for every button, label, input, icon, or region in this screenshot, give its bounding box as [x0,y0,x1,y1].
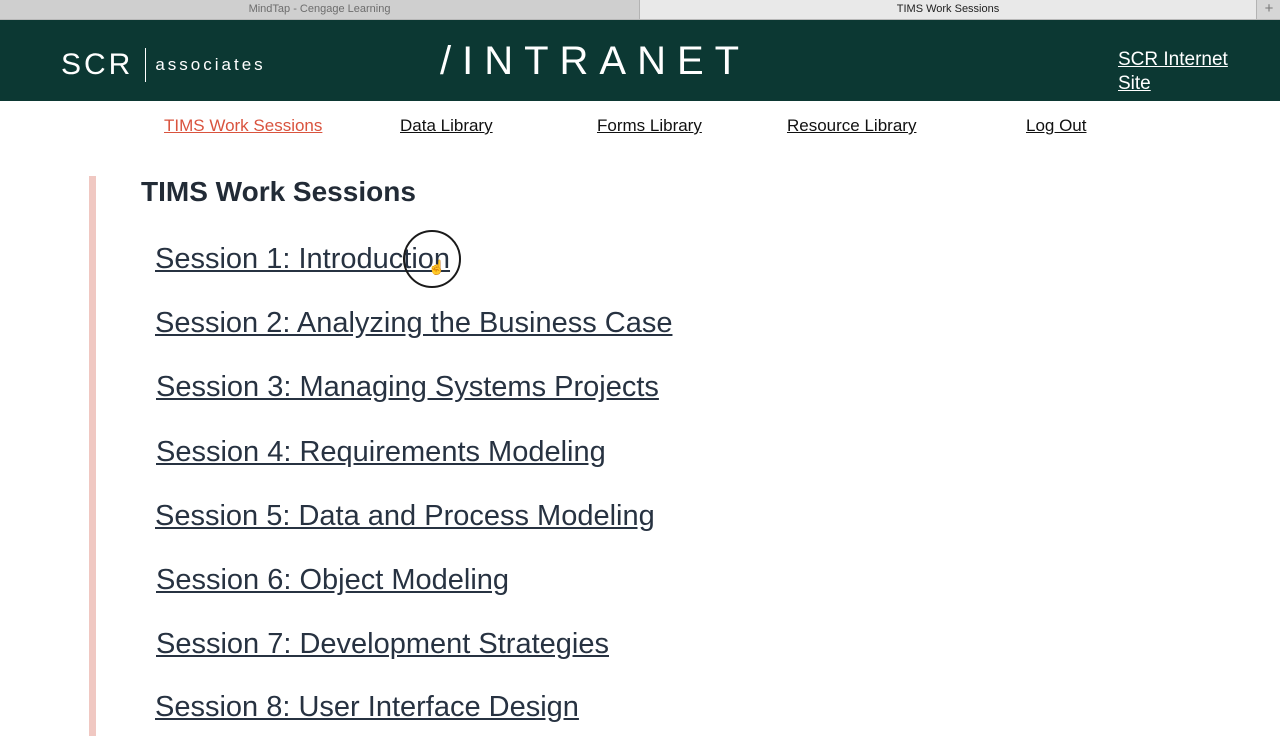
nav-log-out[interactable]: Log Out [1026,116,1087,136]
new-tab-plus-icon[interactable]: + [1256,0,1280,19]
browser-tab-mindtap[interactable]: MindTap - Cengage Learning [0,0,640,19]
session-link-3[interactable]: Session 3: Managing Systems Projects [156,371,659,404]
logo-scr-text: SCR [61,48,134,81]
scr-associates-logo: SCR associates [61,47,266,83]
internet-link-line1: SCR Internet [1118,49,1228,70]
browser-tab-bar: MindTap - Cengage Learning TIMS Work Ses… [0,0,1280,20]
session-link-7[interactable]: Session 7: Development Strategies [156,628,609,661]
nav-forms-library[interactable]: Forms Library [597,116,702,136]
nav-tims-work-sessions[interactable]: TIMS Work Sessions [164,116,322,136]
browser-tab-tims[interactable]: TIMS Work Sessions [640,0,1256,19]
content-left-rule [89,176,96,736]
session-link-5[interactable]: Session 5: Data and Process Modeling [155,500,655,533]
session-link-4[interactable]: Session 4: Requirements Modeling [156,436,606,469]
session-link-6[interactable]: Session 6: Object Modeling [156,564,509,597]
internet-link-line2: Site [1118,73,1151,94]
logo-associates-text: associates [155,55,266,74]
session-link-8[interactable]: Session 8: User Interface Design [155,691,579,724]
session-link-2[interactable]: Session 2: Analyzing the Business Case [155,307,672,340]
scr-internet-site-link[interactable]: SCR Internet Site [1118,48,1258,96]
session-link-1[interactable]: Session 1: Introduction [155,243,450,276]
site-header: SCR associates /INTRANET SCR Internet Si… [0,20,1280,101]
nav-data-library[interactable]: Data Library [400,116,493,136]
page-title: TIMS Work Sessions [141,176,416,207]
intranet-title: /INTRANET [440,39,751,83]
nav-resource-library[interactable]: Resource Library [787,116,916,136]
logo-divider [145,48,147,82]
